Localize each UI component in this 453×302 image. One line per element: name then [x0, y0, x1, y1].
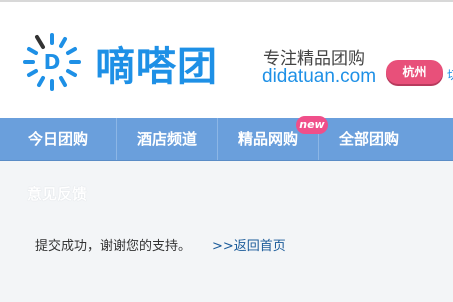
city-label: 杭州 — [402, 65, 427, 79]
site-domain: didatuan.com — [262, 66, 377, 87]
new-badge: new — [296, 116, 328, 134]
nav-item-all[interactable]: 全部团购 — [319, 118, 419, 160]
success-message: 提交成功，谢谢您的支持。 — [35, 239, 192, 254]
logo-text[interactable]: 嘀嗒团 — [95, 34, 218, 92]
city-switch-link[interactable]: 切 — [447, 66, 453, 83]
page-title: 意见反馈 — [27, 185, 88, 203]
city-badge[interactable]: 杭州 — [386, 60, 443, 84]
nav-item-today[interactable]: 今日团购 — [0, 118, 116, 160]
main-nav: 今日团购 酒店频道 精品网购 全部团购 — [0, 118, 453, 161]
main-content: 意见反馈 提交成功，谢谢您的支持。 >>返回首页 — [0, 161, 453, 302]
logo-icon[interactable]: D — [22, 32, 82, 92]
site-header: D 嘀嗒团 专注精品团购 didatuan.com 杭州 切 — [0, 2, 453, 118]
nav-item-hotel[interactable]: 酒店频道 — [117, 118, 217, 160]
logo-letter: D — [44, 50, 61, 74]
back-home-link[interactable]: >>返回首页 — [212, 235, 286, 254]
